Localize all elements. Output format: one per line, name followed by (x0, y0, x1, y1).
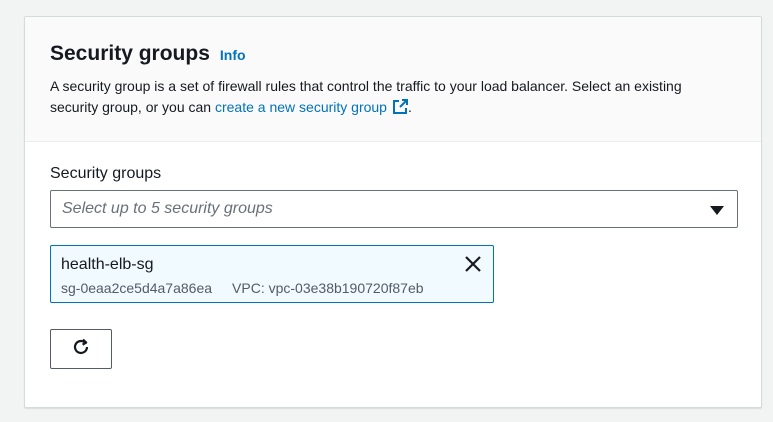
token-group-name: health-elb-sg (61, 256, 154, 273)
select-placeholder: Select up to 5 security groups (62, 200, 273, 217)
token-group-id: sg-0eaa2ce5d4a7a86ea (61, 280, 213, 296)
refresh-icon (71, 337, 91, 362)
refresh-button[interactable] (50, 329, 112, 369)
token-vpc: VPC: vpc-03e38b190720f87eb (232, 280, 424, 296)
token-meta: sg-0eaa2ce5d4a7a86ea VPC: vpc-03e38b19072… (61, 280, 424, 296)
info-link[interactable]: Info (220, 47, 246, 63)
external-link-icon (392, 99, 408, 121)
create-security-group-link[interactable]: create a new security group (215, 99, 408, 115)
title-row: Security groups Info (50, 42, 246, 66)
selected-security-group-token: health-elb-sg sg-0eaa2ce5d4a7a86ea VPC: v… (50, 245, 494, 303)
caret-down-icon (710, 206, 724, 215)
close-icon[interactable] (463, 254, 483, 274)
panel-header: Security groups Info A security group is… (25, 17, 761, 142)
description-end: . (407, 99, 412, 115)
security-groups-panel: Security groups Info A security group is… (24, 16, 762, 408)
section-title: Security groups (50, 42, 210, 65)
section-description: A security group is a set of firewall ru… (50, 76, 730, 121)
security-groups-select[interactable]: Select up to 5 security groups (50, 190, 738, 228)
create-security-group-link-label: create a new security group (214, 99, 387, 115)
security-groups-label: Security groups (50, 165, 162, 182)
